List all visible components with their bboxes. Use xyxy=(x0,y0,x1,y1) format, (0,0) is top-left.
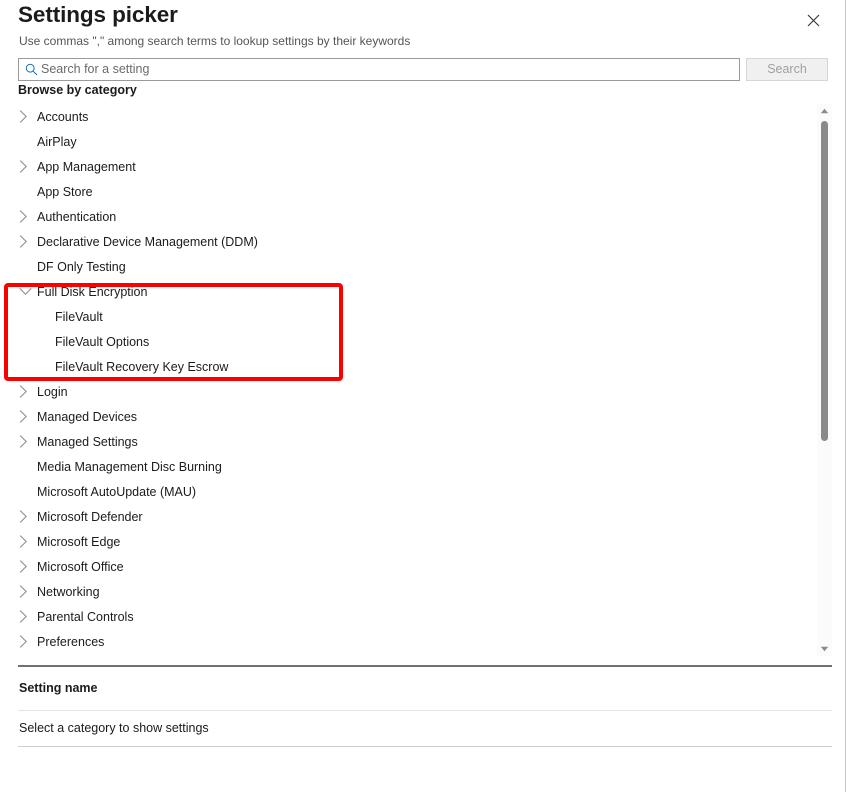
category-label: Managed Settings xyxy=(37,434,138,449)
chevron-placeholder-icon xyxy=(19,135,37,148)
panel-divider-top xyxy=(18,665,832,667)
category-label: Authentication xyxy=(37,209,117,224)
chevron-right-icon[interactable] xyxy=(19,585,37,598)
category-label: Microsoft Defender xyxy=(37,509,143,524)
close-button[interactable] xyxy=(797,6,829,34)
chevron-right-icon[interactable] xyxy=(19,110,37,123)
category-row[interactable]: App Store xyxy=(0,179,816,204)
category-label: Full Disk Encryption xyxy=(37,284,148,299)
category-label: Media Management Disc Burning xyxy=(37,459,222,474)
category-label: Accounts xyxy=(37,109,89,124)
category-row[interactable]: Networking xyxy=(0,579,816,604)
chevron-placeholder-icon xyxy=(19,185,37,198)
category-list-scrollbar[interactable] xyxy=(817,104,832,656)
category-label: Microsoft Office xyxy=(37,559,124,574)
chevron-right-icon[interactable] xyxy=(19,410,37,423)
chevron-placeholder-icon xyxy=(19,460,37,473)
category-label: Parental Controls xyxy=(37,609,134,624)
page-title: Settings picker xyxy=(18,2,178,27)
chevron-placeholder-icon xyxy=(37,310,55,323)
category-list[interactable]: Accounts AirPlay App Management App Store Au… xyxy=(0,104,816,656)
category-label: Login xyxy=(37,384,68,399)
chevron-right-icon[interactable] xyxy=(19,235,37,248)
category-row[interactable]: Microsoft Defender xyxy=(0,504,816,529)
category-row[interactable]: Parental Controls xyxy=(0,604,816,629)
chevron-right-icon[interactable] xyxy=(19,510,37,523)
category-row[interactable]: Microsoft Office xyxy=(0,554,816,579)
category-row[interactable]: Microsoft Edge xyxy=(0,529,816,554)
category-row[interactable]: Managed Settings xyxy=(0,429,816,454)
search-field[interactable] xyxy=(18,58,740,81)
category-row[interactable]: Preferences xyxy=(0,629,816,654)
category-label: Microsoft AutoUpdate (MAU) xyxy=(37,484,197,499)
chevron-placeholder-icon xyxy=(19,485,37,498)
search-input[interactable] xyxy=(41,60,739,79)
category-row[interactable]: App Management xyxy=(0,154,816,179)
setting-name-column-header: Setting name xyxy=(19,681,98,695)
category-label: FileVault Recovery Key Escrow xyxy=(55,359,229,374)
category-row[interactable]: AirPlay xyxy=(0,129,816,154)
search-row: Search xyxy=(18,58,828,81)
category-label: App Management xyxy=(37,159,136,174)
category-label: App Store xyxy=(37,184,93,199)
chevron-placeholder-icon xyxy=(37,335,55,348)
category-row[interactable]: Login xyxy=(0,379,816,404)
chevron-down-icon[interactable] xyxy=(19,287,37,296)
category-row[interactable]: Accounts xyxy=(0,104,816,129)
close-icon xyxy=(807,14,820,27)
chevron-right-icon[interactable] xyxy=(19,535,37,548)
category-label: DF Only Testing xyxy=(37,259,126,274)
category-label: AirPlay xyxy=(37,134,77,149)
category-row[interactable]: Declarative Device Management (DDM) xyxy=(0,229,816,254)
category-row[interactable]: Managed Devices xyxy=(0,404,816,429)
category-row[interactable]: DF Only Testing xyxy=(0,254,816,279)
chevron-placeholder-icon xyxy=(19,260,37,273)
category-row[interactable]: Microsoft AutoUpdate (MAU) xyxy=(0,479,816,504)
settings-picker-dialog: Settings picker Use commas "," among sea… xyxy=(0,0,846,792)
category-label: FileVault Options xyxy=(55,334,150,349)
category-row[interactable]: FileVault Recovery Key Escrow xyxy=(0,354,816,379)
category-label: Networking xyxy=(37,584,100,599)
search-button[interactable]: Search xyxy=(746,58,828,81)
category-row[interactable]: Media Management Disc Burning xyxy=(0,454,816,479)
category-row[interactable]: FileVault Options xyxy=(0,329,816,354)
panel-divider-bottom xyxy=(18,746,832,747)
chevron-right-icon[interactable] xyxy=(19,160,37,173)
settings-empty-message: Select a category to show settings xyxy=(19,721,209,735)
category-label: Declarative Device Management (DDM) xyxy=(37,234,258,249)
chevron-right-icon[interactable] xyxy=(19,560,37,573)
chevron-right-icon[interactable] xyxy=(19,610,37,623)
panel-divider-middle xyxy=(18,710,832,711)
chevron-right-icon[interactable] xyxy=(19,635,37,648)
browse-by-category-label: Browse by category xyxy=(18,83,137,97)
category-label: Preferences xyxy=(37,634,105,649)
chevron-right-icon[interactable] xyxy=(19,435,37,448)
chevron-right-icon[interactable] xyxy=(19,210,37,223)
chevron-placeholder-icon xyxy=(37,360,55,373)
category-label: Microsoft Edge xyxy=(37,534,121,549)
search-icon xyxy=(19,63,41,76)
scroll-up-arrow-icon[interactable] xyxy=(817,104,832,118)
category-row[interactable]: Authentication xyxy=(0,204,816,229)
category-row[interactable]: FileVault xyxy=(0,304,816,329)
category-panel: Accounts AirPlay App Management App Store Au… xyxy=(0,104,832,656)
chevron-right-icon[interactable] xyxy=(19,385,37,398)
category-label: FileVault xyxy=(55,309,103,324)
category-row[interactable]: Full Disk Encryption xyxy=(0,279,816,304)
scroll-down-arrow-icon[interactable] xyxy=(817,642,832,656)
scrollbar-thumb[interactable] xyxy=(821,121,828,441)
category-label: Managed Devices xyxy=(37,409,138,424)
dialog-subtitle: Use commas "," among search terms to loo… xyxy=(19,34,411,48)
